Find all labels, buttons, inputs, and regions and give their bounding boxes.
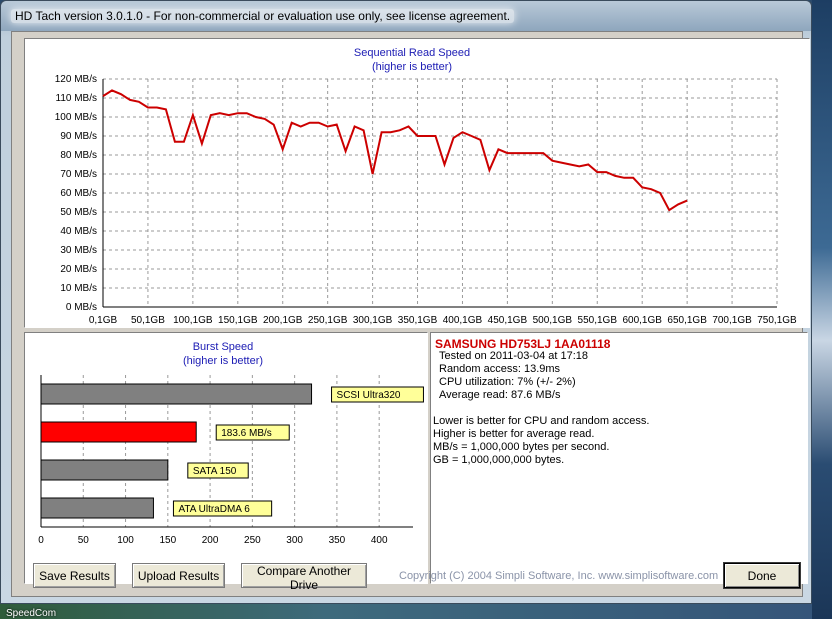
x-tick-label: 550,1GB [578,315,618,326]
compare-another-drive-button[interactable]: Compare Another Drive [241,563,367,592]
note-line: Lower is better for CPU and random acces… [433,415,650,427]
sequential-read-chart: Sequential Read Speed (higher is better)… [55,47,797,326]
copyright-text: Copyright (C) 2004 Simpli Software, Inc.… [399,570,719,582]
y-tick-label: 110 MB/s [56,93,98,104]
x-tick-label: 400 [371,535,388,546]
random-access: Random access: 13.9ms [439,363,561,375]
sequential-read-panel: Sequential Read Speed (higher is better)… [24,38,810,328]
burst-chart-title: Burst Speed [193,341,254,353]
y-tick-label: 0 MB/s [66,302,97,313]
x-tick-label: 200,1GB [263,315,303,326]
y-tick-label: 10 MB/s [60,283,97,294]
x-tick-label: 200 [202,535,219,546]
burst-bar [40,459,169,481]
desktop-icon-label[interactable]: SpeedCom [6,608,56,619]
bar-label: ATA UltraDMA 6 [178,504,250,515]
sequential-chart-title: Sequential Read Speed [354,47,470,59]
x-tick-label: 400,1GB [443,315,483,326]
drive-info-panel: SAMSUNG HD753LJ 1AA01118 Tested on 2011-… [430,332,808,584]
tested-date: Tested on 2011-03-04 at 17:18 [439,350,589,362]
y-tick-label: 80 MB/s [60,150,97,161]
y-tick-label: 50 MB/s [60,207,97,218]
x-tick-label: 350 [329,535,346,546]
y-tick-label: 30 MB/s [60,245,97,256]
x-tick-label: 100,1GB [173,315,213,326]
x-tick-label: 250,1GB [308,315,348,326]
x-tick-label: 350,1GB [398,315,438,326]
y-tick-label: 40 MB/s [60,226,97,237]
bar-label: SATA 150 [193,466,237,477]
burst-speed-panel: Burst Speed (higher is better) SCSI Ultr… [24,332,428,584]
x-tick-label: 600,1GB [622,315,662,326]
desktop-taskbar-strip [0,604,812,619]
y-tick-label: 120 MB/s [55,74,97,85]
x-tick-label: 0,1GB [89,315,118,326]
burst-bar [40,421,197,443]
x-tick-label: 300 [286,535,303,546]
save-results-button[interactable]: Save Results [33,563,116,588]
burst-speed-chart: Burst Speed (higher is better) SCSI Ultr… [38,341,424,546]
note-line: Higher is better for average read. [433,428,595,440]
drive-name: SAMSUNG HD753LJ 1AA01118 [435,337,611,351]
x-tick-label: 300,1GB [353,315,393,326]
bar-label: SCSI Ultra320 [337,390,401,401]
burst-chart-subtitle: (higher is better) [183,355,263,367]
x-tick-label: 650,1GB [667,315,707,326]
x-tick-label: 100 [117,535,134,546]
cpu-utilization: CPU utilization: 7% (+/- 2%) [439,376,576,388]
x-tick-label: 500,1GB [533,315,573,326]
upload-results-button[interactable]: Upload Results [132,563,225,588]
x-tick-label: 150,1GB [218,315,258,326]
x-tick-label: 250 [244,535,261,546]
x-tick-label: 450,1GB [488,315,528,326]
x-tick-label: 0 [38,535,44,546]
window-title: HD Tach version 3.0.1.0 - For non-commer… [11,9,515,23]
x-tick-label: 50,1GB [131,315,165,326]
note-line: GB = 1,000,000,000 bytes. [433,454,565,466]
average-read: Average read: 87.6 MB/s [439,389,561,401]
y-tick-label: 20 MB/s [60,264,97,275]
y-tick-label: 100 MB/s [55,112,97,123]
burst-bar [40,383,313,405]
bar-label: 183.6 MB/s [221,428,272,439]
burst-bar [40,497,154,519]
y-tick-label: 90 MB/s [60,131,97,142]
x-tick-label: 50 [78,535,90,546]
title-bar[interactable]: HD Tach version 3.0.1.0 - For non-commer… [1,1,811,31]
x-tick-label: 150 [159,535,176,546]
done-button[interactable]: Done [724,563,800,588]
note-line: MB/s = 1,000,000 bytes per second. [433,441,610,453]
x-tick-label: 700,1GB [712,315,752,326]
y-tick-label: 70 MB/s [60,169,97,180]
desktop-background [812,0,832,619]
sequential-chart-subtitle: (higher is better) [372,61,452,73]
y-tick-label: 60 MB/s [60,188,97,199]
x-tick-label: 750,1GB [757,315,797,326]
sequential-read-series [102,89,688,212]
